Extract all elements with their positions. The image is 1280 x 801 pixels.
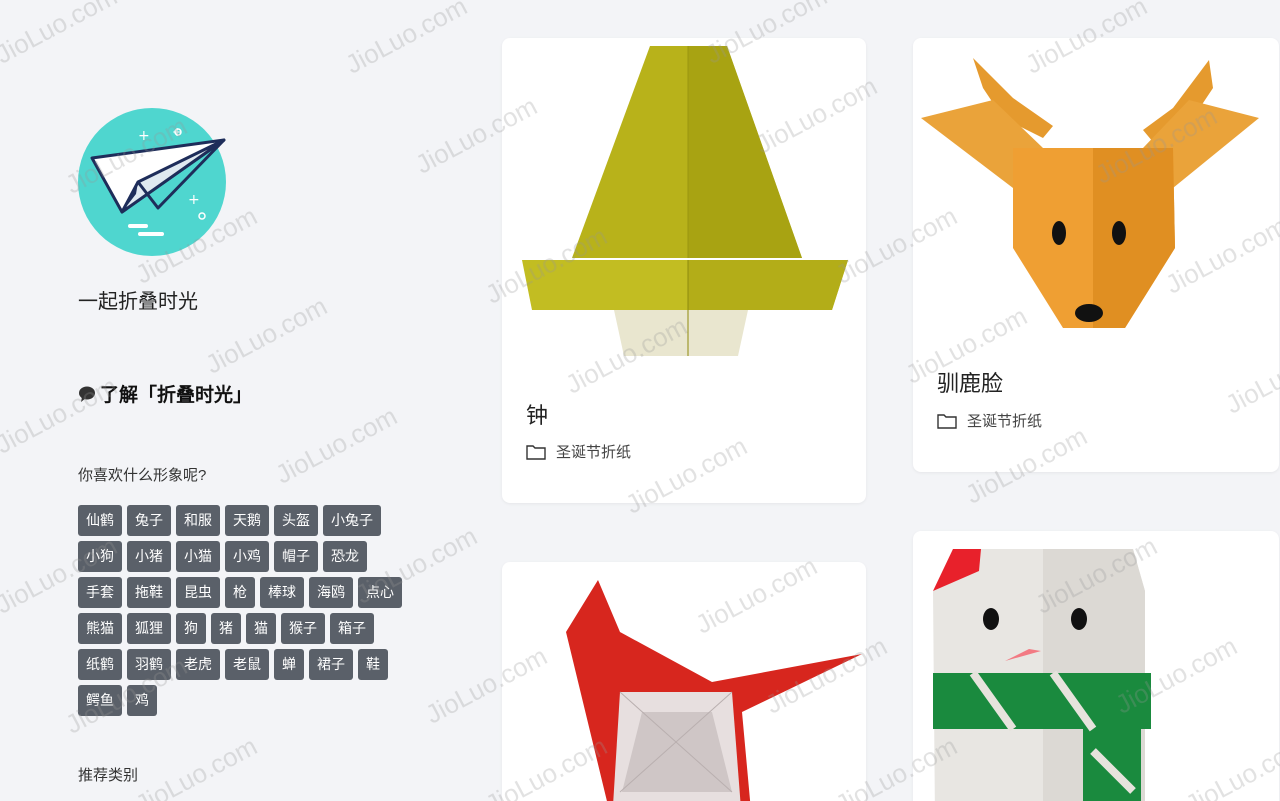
card-category-label: 圣诞节折纸	[556, 444, 632, 461]
tag-item[interactable]: 老虎	[176, 649, 220, 680]
tag-item[interactable]: 猪	[211, 613, 241, 644]
folder-icon	[526, 444, 546, 460]
about-link-label: 了解「折叠时光」	[100, 385, 253, 406]
tag-item[interactable]: 熊猫	[78, 613, 122, 644]
tag-item[interactable]: 头盔	[274, 505, 318, 536]
sidebar: + + + 一起折叠时光 了解「折叠时光」 你喜欢什么形象呢? 仙鹤 兔子 和服 天鹅…	[78, 0, 418, 801]
card-snowman[interactable]	[913, 531, 1279, 801]
about-link[interactable]: 了解「折叠时光」	[78, 380, 252, 407]
tag-item[interactable]: 鳄鱼	[78, 685, 122, 716]
tag-item[interactable]: 裙子	[309, 649, 353, 680]
tag-item[interactable]: 和服	[176, 505, 220, 536]
card-bell[interactable]: 钟 圣诞节折纸	[502, 38, 866, 503]
card-title[interactable]: 钟	[526, 398, 548, 430]
svg-text:+: +	[138, 128, 150, 144]
card-category-label: 圣诞节折纸	[967, 413, 1043, 430]
tag-item[interactable]: 手套	[78, 577, 122, 608]
tag-item[interactable]: 箱子	[330, 613, 374, 644]
tag-item[interactable]: 小鸡	[225, 541, 269, 572]
tag-item[interactable]: 天鹅	[225, 505, 269, 536]
tag-item[interactable]: 蝉	[274, 649, 304, 680]
recommend-section-title: 推荐类别	[78, 767, 139, 784]
red-origami-image	[502, 562, 866, 801]
card-red-origami[interactable]	[502, 562, 866, 801]
tag-item[interactable]: 小狗	[78, 541, 122, 572]
reindeer-origami-image	[913, 38, 1279, 348]
speech-bubble-icon	[78, 385, 96, 403]
tag-item[interactable]: 海鸥	[309, 577, 353, 608]
tag-item[interactable]: 羽鹤	[127, 649, 171, 680]
tag-item[interactable]: 鸡	[127, 685, 157, 716]
tags-section-title: 你喜欢什么形象呢?	[78, 467, 207, 484]
bell-origami-image	[502, 38, 866, 368]
site-name[interactable]: 一起折叠时光	[78, 285, 198, 314]
card-title[interactable]: 驯鹿脸	[937, 366, 1003, 398]
tag-item[interactable]: 仙鹤	[78, 505, 122, 536]
card-reindeer-face[interactable]: 驯鹿脸 圣诞节折纸	[913, 38, 1279, 472]
tag-item[interactable]: 点心	[358, 577, 402, 608]
card-category[interactable]: 圣诞节折纸	[937, 410, 1042, 431]
tag-item[interactable]: 恐龙	[323, 541, 367, 572]
tag-item[interactable]: 狗	[176, 613, 206, 644]
tag-item[interactable]: 老鼠	[225, 649, 269, 680]
paper-plane-logo-icon[interactable]: + + +	[78, 108, 226, 256]
tag-item[interactable]: 猫	[246, 613, 276, 644]
card-category[interactable]: 圣诞节折纸	[526, 441, 631, 462]
tag-item[interactable]: 拖鞋	[127, 577, 171, 608]
tag-item[interactable]: 兔子	[127, 505, 171, 536]
tag-item[interactable]: 昆虫	[176, 577, 220, 608]
snowman-origami-image	[913, 531, 1279, 801]
tag-cloud: 仙鹤 兔子 和服 天鹅 头盔 小兔子小狗 小猪 小猫 小鸡 帽子 恐龙手套 拖鞋 昆虫枪棒球 海鸥 点心熊猫…	[78, 505, 408, 716]
tag-item[interactable]: 帽子	[274, 541, 318, 572]
tag-item[interactable]: 枪	[225, 577, 255, 608]
tag-item[interactable]: 鞋	[358, 649, 388, 680]
folder-icon	[937, 413, 957, 429]
tag-item[interactable]: 小猫	[176, 541, 220, 572]
tag-item[interactable]: 棒球	[260, 577, 304, 608]
tag-item[interactable]: 猴子	[281, 613, 325, 644]
tag-item[interactable]: 小兔子	[323, 505, 381, 536]
tag-item[interactable]: 小猪	[127, 541, 171, 572]
svg-text:+: +	[188, 192, 200, 208]
tag-item[interactable]: 狐狸	[127, 613, 171, 644]
tag-item[interactable]: 纸鹤	[78, 649, 122, 680]
